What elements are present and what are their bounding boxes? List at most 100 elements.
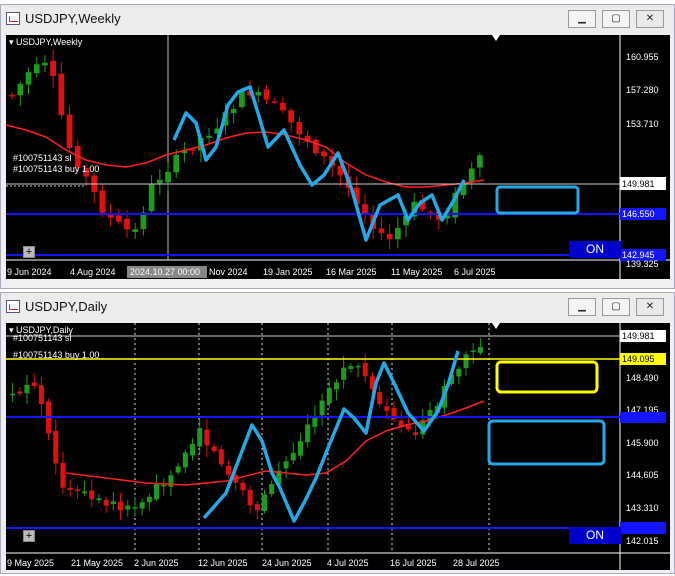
date-tick: 9 May 2025 bbox=[7, 558, 54, 568]
candle-body bbox=[305, 424, 311, 443]
candle-body bbox=[362, 363, 368, 377]
drawn-rectangle[interactable] bbox=[495, 185, 580, 215]
candle-body bbox=[42, 62, 48, 66]
weekly-titlebar[interactable]: USDJPY,Weekly ▁ ▢ ✕ bbox=[1, 5, 674, 33]
expand-button[interactable]: + bbox=[23, 530, 35, 542]
close-button[interactable]: ✕ bbox=[636, 298, 664, 316]
candle-body bbox=[99, 190, 106, 213]
date-tick: 4 Aug 2024 bbox=[70, 267, 116, 277]
minimize-button[interactable]: ▁ bbox=[568, 298, 596, 316]
candle-body bbox=[247, 489, 253, 506]
lower-line-tag bbox=[620, 522, 666, 534]
daily-symbol-label: ▾ USDJPY,Daily bbox=[9, 325, 73, 336]
candle-body bbox=[173, 154, 180, 173]
candle-body bbox=[377, 392, 383, 404]
candle-body bbox=[456, 368, 462, 377]
weekly-symbol-label: ▾ USDJPY,Weekly bbox=[9, 37, 82, 48]
candle-body bbox=[468, 168, 475, 183]
candle-body bbox=[82, 491, 88, 494]
candle-body bbox=[60, 462, 66, 488]
drawn-wave-line[interactable] bbox=[202, 350, 460, 523]
date-tick: Nov 2024 bbox=[209, 267, 248, 277]
daily-chart-area[interactable]: 149.981 149.095 148.490 147.195 145.900 … bbox=[6, 323, 670, 570]
price-tick: 148.490 bbox=[626, 373, 659, 383]
date-tick: 16 Jul 2025 bbox=[390, 558, 437, 568]
buy-order-label: #100751143 buy 1.00 bbox=[13, 350, 99, 360]
candle-body bbox=[296, 122, 303, 135]
moving-average-line bbox=[6, 124, 485, 188]
candle-body bbox=[254, 504, 260, 511]
candle-body bbox=[312, 416, 318, 427]
sl-order-label: #100751143 sl bbox=[13, 153, 71, 163]
daily-titlebar[interactable]: USDJPY,Daily ▁ ▢ ✕ bbox=[1, 293, 674, 321]
date-tick: 11 May 2025 bbox=[391, 267, 442, 277]
candle-body bbox=[319, 400, 325, 416]
candle-body bbox=[110, 501, 116, 505]
candle-body bbox=[326, 387, 332, 404]
candle-body bbox=[269, 484, 275, 495]
candle-body bbox=[230, 109, 237, 114]
date-tick: 6 Jul 2025 bbox=[454, 267, 496, 277]
candle-body bbox=[288, 110, 295, 123]
candle-body bbox=[53, 430, 59, 464]
date-tick: 12 Jun 2025 bbox=[198, 558, 248, 568]
weekly-chart-window: USDJPY,Weekly ▁ ▢ ✕ 160.955 157.280 153.… bbox=[0, 4, 675, 289]
candle-body bbox=[96, 498, 102, 501]
candle-body bbox=[156, 179, 163, 184]
daily-symbol-text: USDJPY,Daily bbox=[16, 325, 73, 335]
candle-body bbox=[206, 135, 212, 138]
candle-body bbox=[132, 507, 138, 509]
close-button[interactable]: ✕ bbox=[636, 10, 664, 28]
candle-body bbox=[290, 452, 296, 461]
candle-body bbox=[148, 184, 155, 212]
weekly-chart-area[interactable]: 160.955 157.280 153.710 149.981 146.550 … bbox=[6, 35, 670, 279]
current-price-value: 149.981 bbox=[622, 179, 655, 189]
price-tick: 160.955 bbox=[626, 52, 659, 62]
candle-body bbox=[25, 72, 32, 85]
candle-body bbox=[24, 384, 30, 394]
candle-body bbox=[67, 487, 73, 490]
candle-body bbox=[38, 385, 44, 405]
drawn-rectangle-blue[interactable] bbox=[487, 419, 606, 466]
candle-body bbox=[333, 382, 339, 390]
on-button[interactable]: ON bbox=[569, 527, 621, 544]
candle-body bbox=[190, 444, 196, 456]
daily-candles bbox=[10, 337, 483, 521]
minimize-button[interactable]: ▁ bbox=[568, 10, 596, 28]
candle-body bbox=[124, 218, 130, 230]
candle-body bbox=[255, 92, 262, 96]
price-tick: 145.900 bbox=[626, 438, 659, 448]
candle-body bbox=[384, 406, 390, 411]
candle-body bbox=[125, 505, 131, 510]
candle-body bbox=[182, 452, 188, 468]
drawn-rectangle-yellow[interactable] bbox=[495, 360, 599, 394]
candle-body bbox=[240, 482, 246, 491]
maximize-button[interactable]: ▢ bbox=[602, 10, 630, 28]
price-tick: 153.710 bbox=[626, 119, 659, 129]
candle-body bbox=[211, 446, 217, 452]
upper-line-price: 146.550 bbox=[622, 209, 655, 219]
candle-body bbox=[118, 501, 124, 511]
on-button[interactable]: ON bbox=[569, 241, 621, 258]
moving-average-line bbox=[65, 400, 485, 486]
candle-body bbox=[31, 382, 37, 387]
candle-body bbox=[146, 496, 152, 503]
candle-body bbox=[463, 354, 469, 369]
candle-body bbox=[263, 89, 270, 100]
candle-body bbox=[50, 60, 57, 76]
candle-body bbox=[132, 229, 139, 233]
candle-body bbox=[378, 228, 385, 233]
candle-body bbox=[283, 461, 289, 469]
candle-body bbox=[477, 155, 483, 168]
expand-button[interactable]: + bbox=[23, 246, 35, 258]
maximize-button[interactable]: ▢ bbox=[602, 298, 630, 316]
chart-shift-marker bbox=[492, 323, 500, 329]
daily-window-title: USDJPY,Daily bbox=[25, 299, 108, 314]
date-tick: 28 Jul 2025 bbox=[453, 558, 500, 568]
buy-order-label: #100751143 buy 1.00 bbox=[13, 164, 99, 174]
candle-body bbox=[17, 391, 23, 394]
date-tick: 9 Jun 2024 bbox=[7, 267, 52, 277]
candle-body bbox=[103, 499, 109, 506]
drawn-wave-line[interactable] bbox=[172, 85, 466, 242]
candle-body bbox=[271, 101, 278, 103]
